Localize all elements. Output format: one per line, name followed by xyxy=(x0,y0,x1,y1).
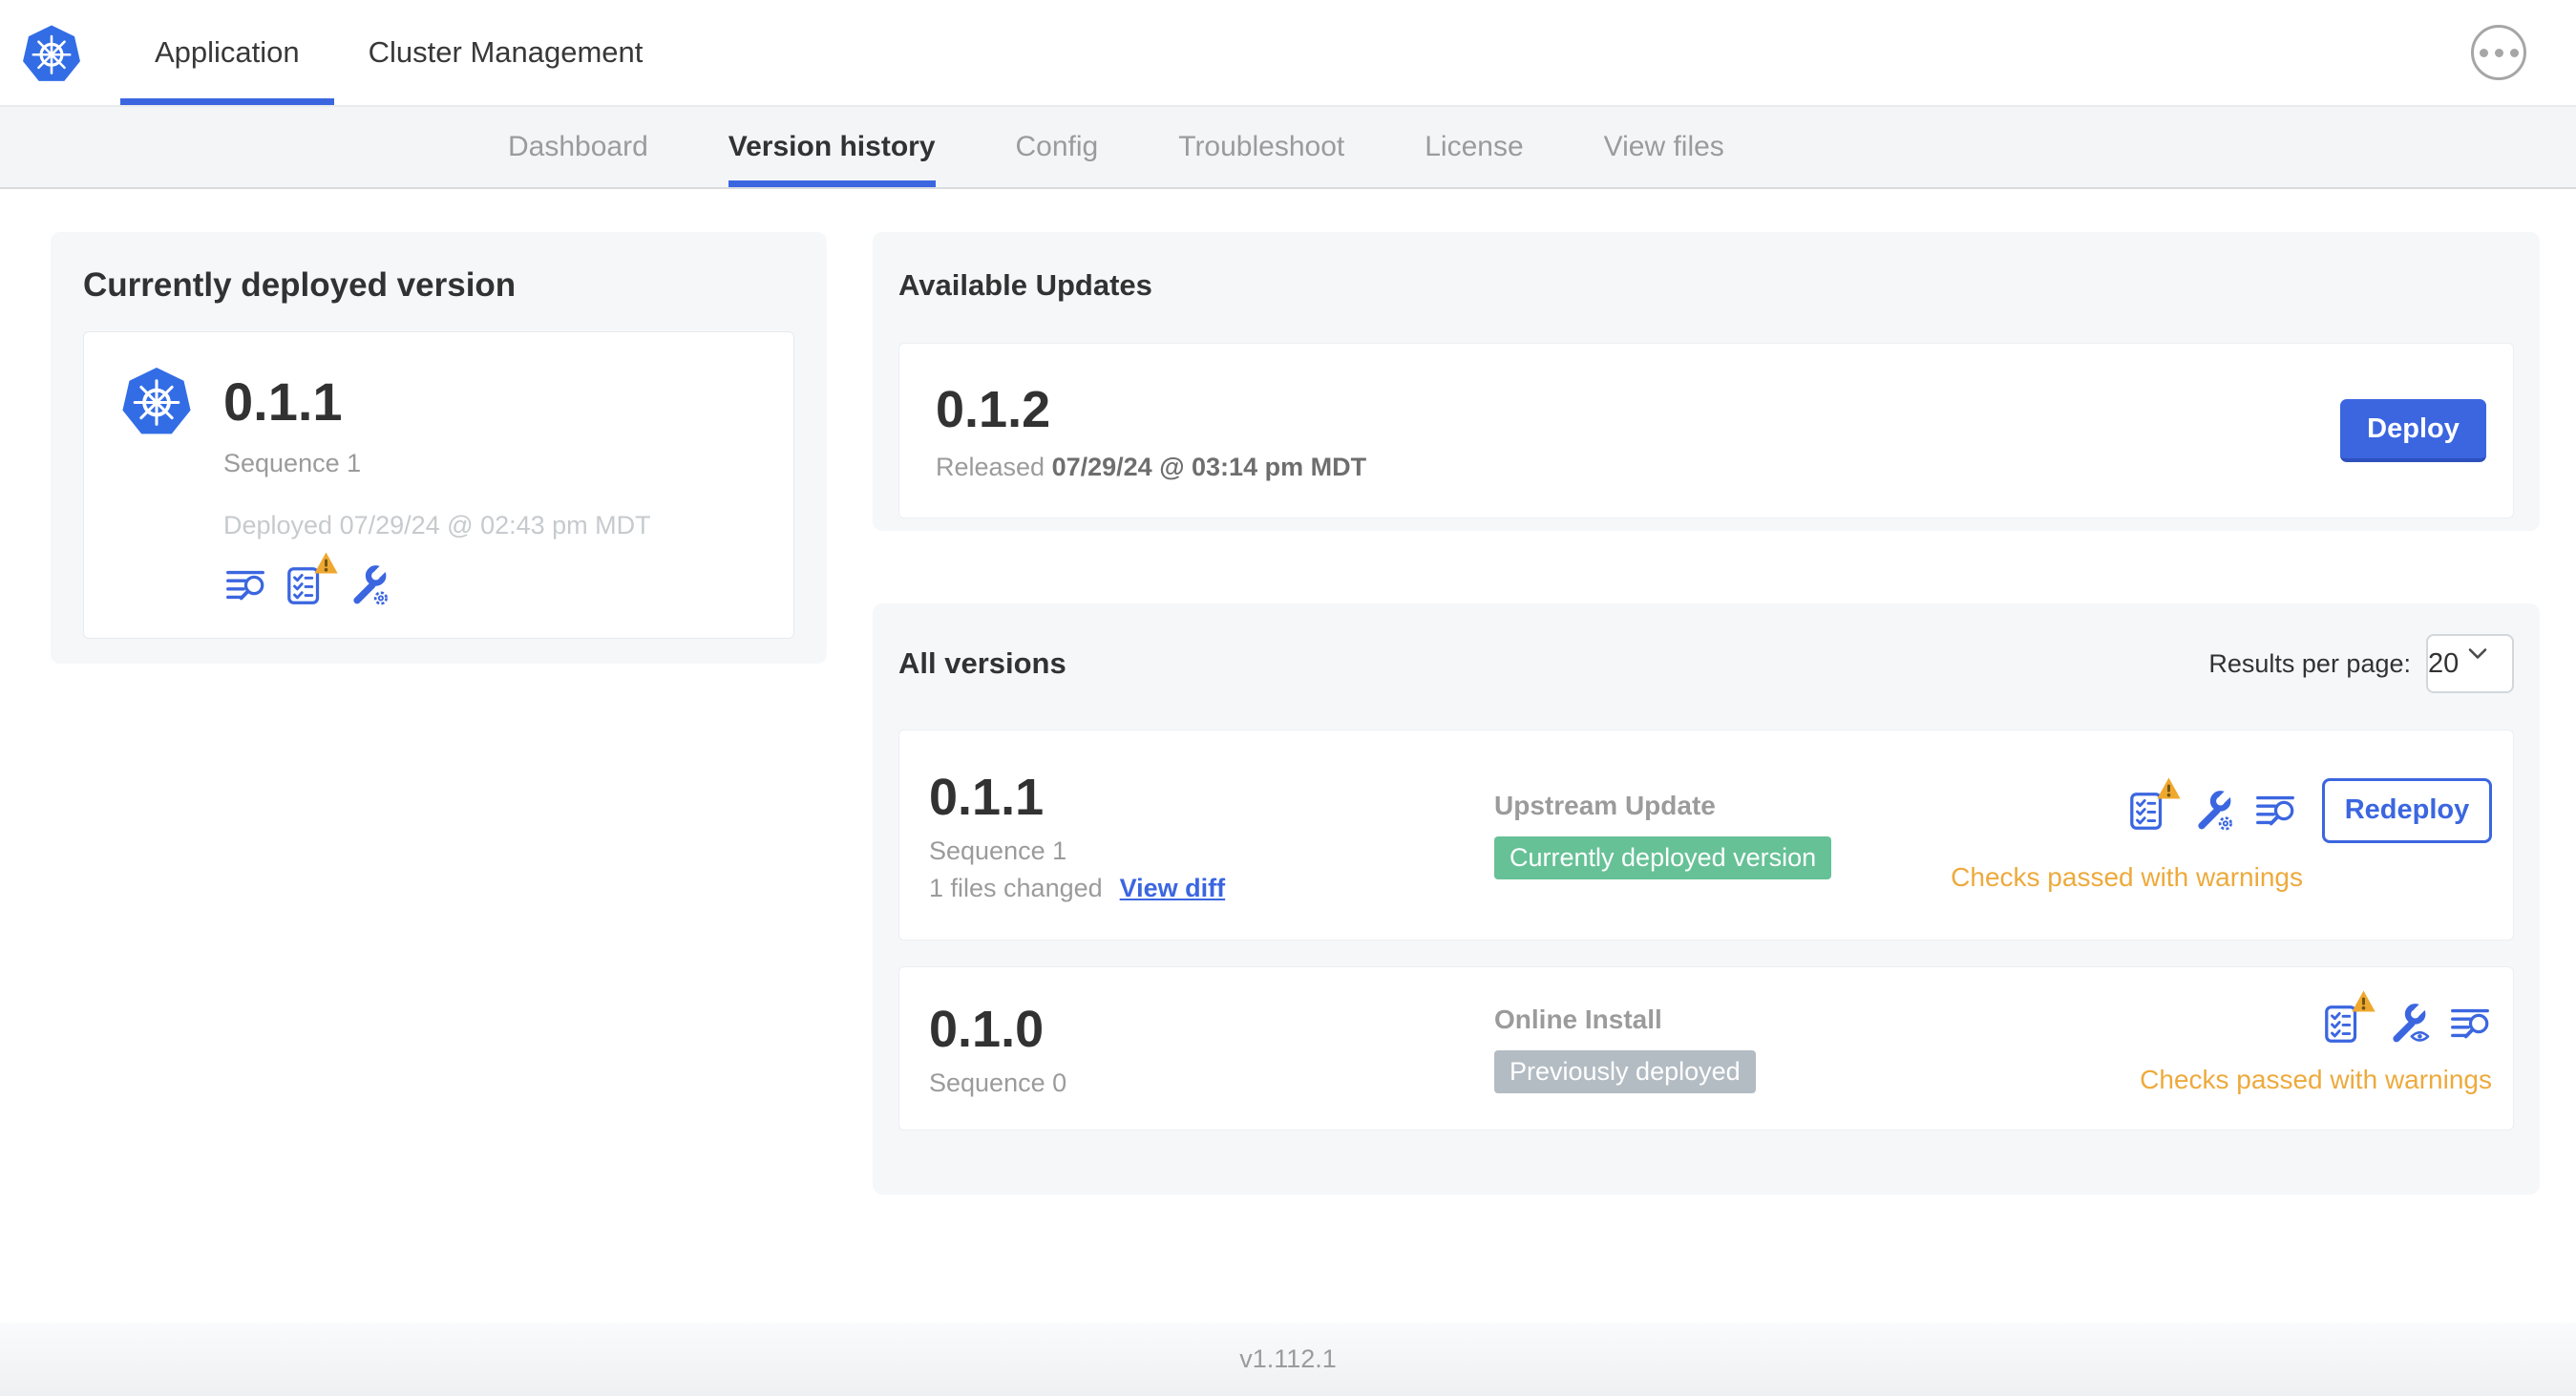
dot xyxy=(2509,48,2519,57)
top-nav: Application Cluster Management xyxy=(0,0,2576,107)
status-badge: Currently deployed version xyxy=(1494,836,1832,879)
view-diff-link[interactable]: View diff xyxy=(1120,874,1226,903)
row-sequence-label: Sequence 1 xyxy=(929,835,1067,865)
available-update-row: 0.1.2 Released 07/29/24 @ 03:14 pm MDT D… xyxy=(898,343,2514,518)
warning-glyph xyxy=(2351,989,2376,1013)
update-version-number: 0.1.2 xyxy=(936,380,1051,438)
warning-glyph xyxy=(313,551,339,575)
tab-application[interactable]: Application xyxy=(120,0,334,105)
redeploy-button[interactable]: Redeploy xyxy=(2322,777,2492,843)
dot xyxy=(2494,48,2503,57)
available-updates-title: Available Updates xyxy=(898,268,1152,302)
tab-version-history[interactable]: Version history xyxy=(728,107,936,187)
update-released-line: Released 07/29/24 @ 03:14 pm MDT xyxy=(936,453,1366,482)
all-versions-card: All versions Results per page: 20 0.1.1 … xyxy=(873,603,2540,1195)
available-updates-card: Available Updates 0.1.2 Released 07/29/2… xyxy=(873,232,2540,531)
preflight-checks-warning-icon[interactable] xyxy=(285,552,338,607)
tab-view-files[interactable]: View files xyxy=(1604,107,1724,187)
checks-status-link[interactable]: Checks passed with warnings xyxy=(2140,1065,2492,1095)
release-notes-icon[interactable] xyxy=(2448,1002,2492,1046)
app-sub-nav: Dashboard Version history Config Trouble… xyxy=(0,107,2576,189)
warning-triangle-icon xyxy=(313,551,339,575)
version-row: 0.1.1 Sequence 1 1 files changed View di… xyxy=(898,730,2514,941)
warning-triangle-icon xyxy=(2156,776,2182,800)
files-changed-label: 1 files changed xyxy=(929,873,1103,902)
kubernetes-logo-icon xyxy=(21,23,82,84)
footer: v1.112.1 xyxy=(0,1322,2576,1396)
row-version-number: 0.1.1 xyxy=(929,768,1045,826)
release-notes-icon[interactable] xyxy=(2253,789,2297,833)
tab-license[interactable]: License xyxy=(1425,107,1523,187)
currently-deployed-card: Currently deployed version 0.1.1 Sequenc… xyxy=(51,232,827,664)
wrench-gear-glyph xyxy=(346,560,392,607)
top-tabs: Application Cluster Management xyxy=(120,0,677,105)
currently-deployed-title: Currently deployed version xyxy=(83,266,517,304)
edit-config-icon[interactable] xyxy=(346,560,392,607)
results-per-page-value: 20 xyxy=(2428,647,2460,679)
row-version-number: 0.1.0 xyxy=(929,1000,1045,1058)
wrench-gear-glyph xyxy=(2190,784,2237,833)
release-notes-glyph xyxy=(223,563,267,607)
deployed-version-number: 0.1.1 xyxy=(223,370,343,432)
warning-glyph xyxy=(2156,776,2182,800)
results-per-page-label: Results per page: xyxy=(2208,648,2411,678)
dot xyxy=(2479,48,2488,57)
tab-cluster-management[interactable]: Cluster Management xyxy=(334,0,678,105)
release-notes-glyph xyxy=(2448,1002,2492,1046)
version-source-label: Online Install xyxy=(1494,1004,1662,1034)
view-config-icon[interactable] xyxy=(2385,998,2432,1047)
kubernetes-logo xyxy=(21,23,82,84)
status-badge: Previously deployed xyxy=(1494,1049,1756,1093)
ellipsis-menu-icon[interactable] xyxy=(2471,25,2526,80)
currently-deployed-version-panel: 0.1.1 Sequence 1 Deployed 07/29/24 @ 02:… xyxy=(83,331,794,639)
warning-triangle-icon xyxy=(2351,989,2376,1013)
all-versions-title: All versions xyxy=(898,646,1066,680)
deploy-button[interactable]: Deploy xyxy=(2340,399,2486,462)
release-notes-glyph xyxy=(2253,789,2297,833)
deployed-version-actions xyxy=(223,552,757,607)
tab-config[interactable]: Config xyxy=(1016,107,1099,187)
edit-config-icon[interactable] xyxy=(2190,784,2237,833)
deployed-timestamp: Deployed 07/29/24 @ 02:43 pm MDT xyxy=(223,511,651,539)
tab-troubleshoot[interactable]: Troubleshoot xyxy=(1178,107,1344,187)
kubernetes-logo-icon xyxy=(120,365,193,437)
release-notes-icon[interactable] xyxy=(223,563,267,607)
deployed-sequence-label: Sequence 1 xyxy=(223,449,362,477)
version-row: 0.1.0 Sequence 0 Online Install Previous… xyxy=(898,966,2514,1131)
wrench-eye-glyph xyxy=(2385,998,2432,1047)
version-source-label: Upstream Update xyxy=(1494,791,1716,820)
preflight-checks-warning-icon[interactable] xyxy=(2127,776,2181,833)
app-kubernetes-icon xyxy=(120,365,193,437)
tab-dashboard[interactable]: Dashboard xyxy=(508,107,648,187)
chevron-down-icon xyxy=(2468,636,2512,691)
results-per-page-select[interactable]: 20 xyxy=(2426,634,2514,693)
console-version-label: v1.112.1 xyxy=(1239,1344,1337,1373)
released-timestamp: 07/29/24 @ 03:14 pm MDT xyxy=(1051,452,1367,481)
released-label: Released xyxy=(936,452,1045,481)
preflight-checks-warning-icon[interactable] xyxy=(2322,990,2375,1046)
row-sequence-label: Sequence 0 xyxy=(929,1068,1067,1097)
checks-status-link[interactable]: Checks passed with warnings xyxy=(1951,862,2303,893)
